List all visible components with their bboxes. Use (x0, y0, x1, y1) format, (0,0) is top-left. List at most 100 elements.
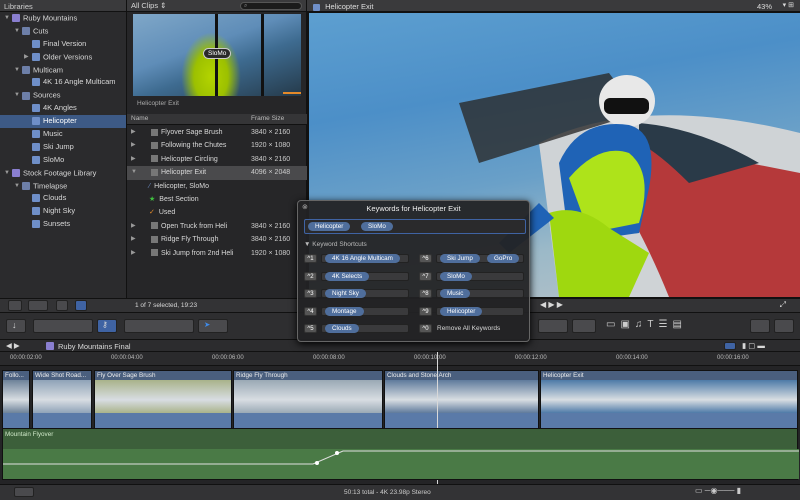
clip-row[interactable]: ▶ Ridge Fly Through 3840 × 2160 (127, 233, 307, 246)
disclosure-icon[interactable]: ▶ (24, 51, 32, 64)
library-item[interactable]: ▼ Multicam (0, 64, 126, 77)
disclosure-icon[interactable]: ▼ (14, 180, 22, 193)
retime-menu[interactable] (572, 319, 596, 333)
fullscreen-icon[interactable]: ⤢ (780, 300, 786, 310)
library-item-label: Helicopter (43, 116, 77, 126)
clip-filter-menu[interactable]: All Clips ⇕ (131, 1, 166, 10)
clip-row[interactable]: ★ Best Section (127, 193, 307, 206)
keyframe[interactable] (335, 451, 339, 455)
audio-clip[interactable]: Mountain Flyover (2, 428, 799, 480)
clip-appearance-button[interactable] (28, 300, 48, 311)
library-item[interactable]: ▼ Cuts (0, 25, 126, 38)
keyframe[interactable] (315, 461, 319, 465)
library-item[interactable]: Music (0, 128, 126, 141)
shortcut-key: ^2 (304, 271, 317, 281)
timeline-clip[interactable]: Follo... (2, 370, 30, 430)
timeline-clip[interactable]: Ridge Fly Through (233, 370, 383, 430)
filmstrip-divider (261, 14, 264, 96)
timeline-index-button[interactable] (14, 487, 34, 497)
shortcut-field[interactable]: SloMo (436, 271, 524, 281)
audio-meter-button[interactable] (724, 342, 736, 350)
filmstrip-view-button[interactable] (56, 300, 68, 311)
key-icon: ⚷ (102, 320, 108, 329)
library-item[interactable]: ▶ Older Versions (0, 51, 126, 64)
disclosure-icon[interactable]: ▶ (131, 233, 136, 246)
list-view-button[interactable] (75, 300, 87, 311)
import-button[interactable]: ↓ (6, 319, 26, 333)
view-options-icon[interactable]: ▾ ⊞ (783, 1, 794, 9)
library-item[interactable]: Final Version (0, 38, 126, 51)
library-item[interactable]: Helicopter (0, 115, 126, 129)
rating-buttons[interactable] (33, 319, 93, 333)
show-library-button[interactable] (8, 300, 22, 311)
shortcut-field[interactable]: 4K 16 Angle Multicam (321, 254, 409, 263)
shortcut-field[interactable]: Helicopter (436, 306, 524, 316)
clip-row[interactable]: ▶ Following the Chutes 1920 × 1080 (127, 139, 307, 152)
column-name[interactable]: Name (131, 115, 148, 122)
library-item[interactable]: ▼ Timelapse (0, 180, 126, 193)
play-controls[interactable]: ◀ ▶ ▶ (540, 300, 563, 309)
shortcut-field[interactable]: 4K Selects (321, 271, 409, 281)
shortcut-field[interactable]: Night Sky (321, 289, 409, 298)
clip-row[interactable]: ▼ Helicopter Exit 4096 × 2048 (127, 166, 307, 180)
timeline-ruler[interactable]: 00:00:02:00 00:00:04:00 00:00:06:00 00:00:0… (0, 352, 800, 366)
clip-row[interactable]: ✓ Used (127, 206, 307, 219)
tool-menu[interactable]: ➤ (198, 319, 228, 333)
library-item[interactable]: Clouds (0, 192, 126, 205)
fullscreen-button[interactable] (774, 319, 794, 333)
disclosure-icon[interactable]: ▼ (4, 12, 12, 25)
clip-label: Clouds and Stone Arch (385, 371, 538, 380)
event-icon (22, 27, 30, 36)
shortcut-field[interactable]: Clouds (321, 324, 409, 333)
disclosure-icon[interactable]: ▼ (131, 166, 137, 179)
library-item[interactable]: ▼ Ruby Mountains (0, 12, 126, 25)
library-item[interactable]: Ski Jump (0, 141, 126, 154)
disclosure-icon[interactable]: ▼ (14, 25, 22, 38)
active-keyword-tag[interactable]: SloMo (361, 222, 393, 231)
timeline-clip[interactable]: Fly Over Sage Brush (94, 370, 232, 430)
clip-filmstrip[interactable]: SloMo (133, 14, 301, 96)
disclosure-icon[interactable]: ▶ (131, 247, 136, 260)
clip-row[interactable]: ▶ Flyover Sage Brush 3840 × 2160 (127, 126, 307, 139)
disclosure-icon[interactable]: ▶ (131, 220, 136, 233)
column-frame-size[interactable]: Frame Size (251, 115, 284, 122)
library-item[interactable]: Sunsets (0, 218, 126, 231)
clip-row[interactable]: ▶ Ski Jump from 2nd Heli 1920 × 1080 (127, 247, 307, 260)
disclosure-icon[interactable]: ▶ (131, 139, 136, 152)
remove-keywords-label[interactable]: Remove All Keywords (437, 325, 500, 332)
timeline-clip[interactable]: Clouds and Stone Arch (384, 370, 539, 430)
zoom-slider[interactable]: ▭ ─◉─── ▮ (695, 486, 741, 495)
timeline-clip[interactable]: Helicopter Exit (540, 370, 798, 430)
search-field[interactable]: ⌕ (240, 1, 302, 10)
timeline-clip[interactable]: Wide Shot Road... (32, 370, 92, 430)
disclosure-icon[interactable]: ▶ (131, 126, 136, 139)
active-keyword-tag[interactable]: Helicopter (308, 222, 351, 231)
library-item-label: Cuts (33, 26, 49, 36)
library-item[interactable]: SloMo (0, 154, 126, 167)
shortcut-field[interactable]: Music (436, 289, 524, 298)
share-button[interactable] (750, 319, 770, 333)
clip-row[interactable]: ⁄ Helicopter, SloMo (127, 180, 307, 193)
shortcut-field[interactable]: Ski Jump GoPro (436, 254, 524, 263)
edit-buttons[interactable] (124, 319, 194, 333)
media-browser-icons[interactable]: ▭▣♫T☰▤ (606, 319, 687, 330)
clip-row[interactable]: ▶ Helicopter Circling 3840 × 2160 (127, 153, 307, 166)
library-item[interactable]: 4K 16 Angle Multicam (0, 76, 126, 89)
keyword-icon (32, 220, 40, 229)
library-item[interactable]: Night Sky (0, 205, 126, 218)
zoom-level[interactable]: 43% (757, 2, 772, 11)
enhance-menu[interactable] (538, 319, 568, 333)
timeline-options-icon[interactable]: ▮ ▢ ▬ (742, 341, 765, 350)
disclosure-icon[interactable]: ▼ (14, 64, 22, 77)
keyword-input-field[interactable]: Helicopter SloMo (304, 219, 526, 234)
library-item[interactable]: 4K Angles (0, 102, 126, 115)
library-item[interactable]: ▼ Stock Footage Library (0, 167, 126, 180)
disclosure-icon[interactable]: ▼ (14, 89, 22, 102)
timeline-back-icon[interactable]: ◀ ▶ (6, 341, 20, 350)
library-item[interactable]: ▼ Sources (0, 89, 126, 102)
clip-row[interactable]: ▶ Open Truck from Heli 3840 × 2160 (127, 220, 307, 233)
disclosure-icon[interactable]: ▼ (4, 167, 12, 180)
shortcut-field[interactable]: Montage (321, 306, 409, 316)
disclosure-icon[interactable]: ▶ (131, 153, 136, 166)
keyword-button[interactable]: ⚷ (97, 319, 117, 333)
